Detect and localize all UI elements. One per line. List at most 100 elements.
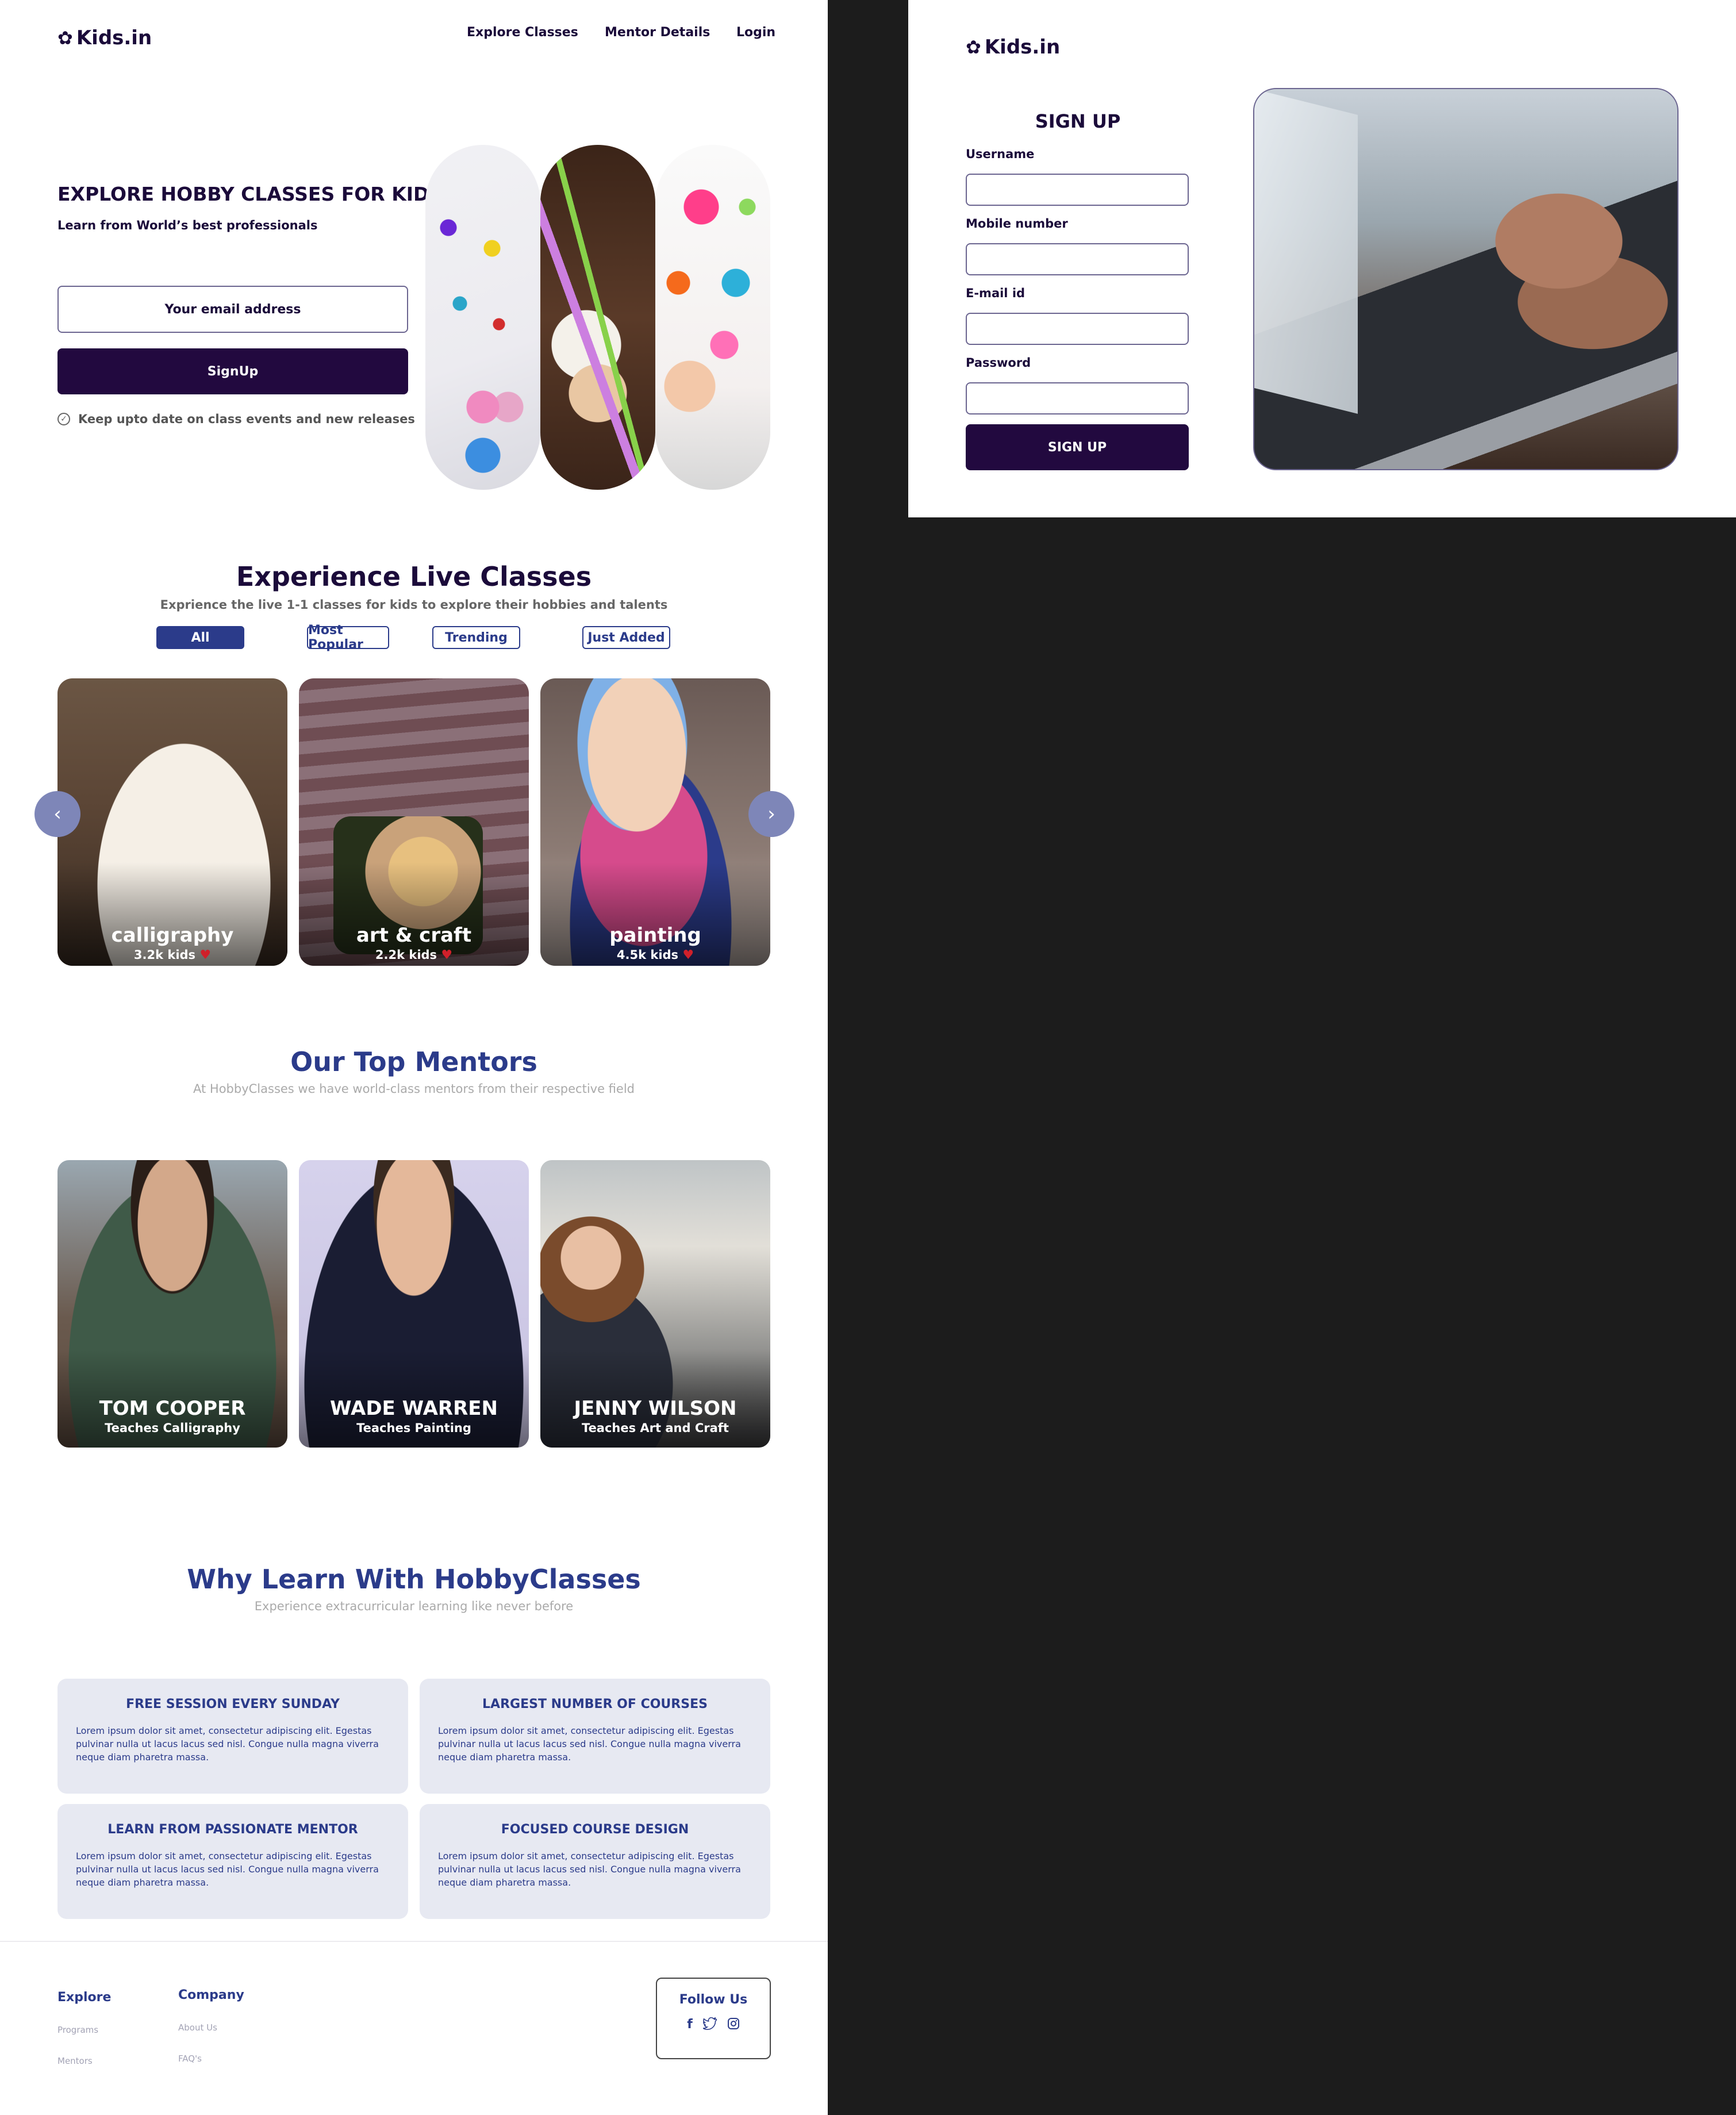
twitter-icon[interactable] xyxy=(702,2017,717,2032)
mentor-card-tom-cooper[interactable]: TOM COOPER Teaches Calligraphy xyxy=(57,1160,287,1448)
footer-company-title: Company xyxy=(178,1988,244,2002)
password-label: Password xyxy=(966,356,1031,370)
card-caption: painting 4.5k kids ♥ xyxy=(540,924,770,962)
nav-login[interactable]: Login xyxy=(736,25,775,40)
heart-icon: ♥ xyxy=(441,948,453,962)
why-subtitle: Experience extracurricular learning like… xyxy=(254,1599,574,1613)
follow-us-title: Follow Us xyxy=(679,1993,748,2007)
card-kids: 2.2k kids ♥ xyxy=(299,948,529,962)
why-card-free-session: FREE SESSION EVERY SUNDAY Lorem ipsum do… xyxy=(57,1679,408,1794)
filter-most-popular[interactable]: Most Popular xyxy=(307,623,389,652)
hero-signup-button[interactable]: SignUp xyxy=(57,348,408,394)
check-circle-icon: ✓ xyxy=(57,413,70,425)
why-card-title: LARGEST NUMBER OF COURSES xyxy=(482,1697,708,1711)
card-title: calligraphy xyxy=(111,924,234,947)
card-kids: 4.5k kids ♥ xyxy=(540,948,770,962)
why-card-title: FOCUSED COURSE DESIGN xyxy=(501,1822,689,1837)
why-card-title: LEARN FROM PASSIONATE MENTOR xyxy=(107,1822,358,1837)
mobile-label: Mobile number xyxy=(966,217,1068,231)
footer-divider xyxy=(0,1941,828,1942)
mentor-caption: JENNY WILSON Teaches Art and Craft xyxy=(540,1397,770,1435)
card-kids-count: 2.2k kids xyxy=(375,948,437,962)
email-label: E-mail id xyxy=(966,286,1026,300)
hero-image-paints xyxy=(425,145,540,490)
why-title: Why Learn With HobbyClasses xyxy=(187,1564,641,1595)
mentor-subject: Teaches Painting xyxy=(356,1421,471,1435)
class-card-calligraphy[interactable]: calligraphy 3.2k kids ♥ xyxy=(57,678,287,966)
card-caption: calligraphy 3.2k kids ♥ xyxy=(57,924,287,962)
instagram-icon[interactable] xyxy=(727,2017,740,2032)
flower-logo-icon: ✿ xyxy=(57,27,73,49)
heart-icon: ♥ xyxy=(199,948,212,962)
email-input[interactable]: Your email address xyxy=(57,286,408,333)
facebook-icon[interactable]: f xyxy=(687,2017,693,2032)
mentor-caption: WADE WARREN Teaches Painting xyxy=(299,1397,529,1435)
mentor-card-jenny-wilson[interactable]: JENNY WILSON Teaches Art and Craft xyxy=(540,1160,770,1448)
footer-explore-title: Explore xyxy=(57,1990,112,2005)
filter-all[interactable]: All xyxy=(156,626,244,649)
why-card-title: FREE SESSION EVERY SUNDAY xyxy=(126,1697,340,1711)
footer-link-faqs[interactable]: FAQ's xyxy=(178,2053,202,2064)
mentors-title: Our Top Mentors xyxy=(290,1046,537,1077)
footer-link-mentors[interactable]: Mentors xyxy=(57,2056,93,2066)
carousel-next-button[interactable]: › xyxy=(748,791,794,837)
class-card-painting[interactable]: painting 4.5k kids ♥ xyxy=(540,678,770,966)
mentor-subject: Teaches Calligraphy xyxy=(105,1421,240,1435)
nav-link-explore-classes[interactable]: Explore Classes xyxy=(467,25,578,40)
why-card-body: Lorem ipsum dolor sit amet, consectetur … xyxy=(76,1725,379,1763)
mentor-card-wade-warren[interactable]: WADE WARREN Teaches Painting xyxy=(299,1160,529,1448)
heart-icon: ♥ xyxy=(682,948,694,962)
signup-logo[interactable]: ✿ Kids.in xyxy=(966,36,1060,59)
laptop-screen xyxy=(1254,89,1358,414)
live-classes-title: Experience Live Classes xyxy=(236,561,592,592)
nav-explore-classes[interactable]: Explore Classes xyxy=(467,25,578,40)
email-id-input[interactable] xyxy=(966,313,1189,345)
live-classes-subtitle: Exprience the live 1-1 classes for kids … xyxy=(160,598,668,612)
hero-image-splash xyxy=(655,145,770,490)
card-kids: 3.2k kids ♥ xyxy=(57,948,287,962)
why-card-body: Lorem ipsum dolor sit amet, consectetur … xyxy=(76,1851,379,1888)
hero-title: EXPLORE HOBBY CLASSES FOR KIDS xyxy=(57,183,443,205)
why-card-body: Lorem ipsum dolor sit amet, consectetur … xyxy=(438,1725,741,1763)
nav-link-login[interactable]: Login xyxy=(736,25,775,40)
card-title: art & craft xyxy=(356,924,472,947)
footer-link-programs[interactable]: Programs xyxy=(57,2025,98,2035)
chevron-left-icon: ‹ xyxy=(53,803,62,826)
laptop-typing-image xyxy=(1253,88,1679,470)
carousel-prev-button[interactable]: ‹ xyxy=(34,791,80,837)
follow-us-box: Follow Us f xyxy=(656,1978,771,2059)
keep-updated-text: Keep upto date on class events and new r… xyxy=(78,412,415,426)
mentor-subject: Teaches Art and Craft xyxy=(582,1421,729,1435)
hero-subtitle: Learn from World’s best professionals xyxy=(57,218,318,232)
why-card-passionate-mentor: LEARN FROM PASSIONATE MENTOR Lorem ipsum… xyxy=(57,1804,408,1919)
social-icons: f xyxy=(657,2017,770,2032)
mobile-input[interactable] xyxy=(966,243,1189,275)
username-input[interactable] xyxy=(966,174,1189,206)
footer-link-about[interactable]: About Us xyxy=(178,2022,217,2033)
hero-image-markers xyxy=(540,145,655,490)
filter-trending[interactable]: Trending xyxy=(432,626,520,649)
card-caption: art & craft 2.2k kids ♥ xyxy=(299,924,529,962)
filter-just-added[interactable]: Just Added xyxy=(582,626,670,649)
mentor-name: JENNY WILSON xyxy=(574,1397,737,1420)
card-title: painting xyxy=(609,924,701,947)
landing-page: ✿ Kids.in Explore Classes Mentor Details… xyxy=(0,0,828,2115)
mentor-caption: TOM COOPER Teaches Calligraphy xyxy=(57,1397,287,1435)
mentor-name: WADE WARREN xyxy=(330,1397,498,1420)
class-card-art-craft[interactable]: art & craft 2.2k kids ♥ xyxy=(299,678,529,966)
username-label: Username xyxy=(966,147,1035,161)
nav-mentor-details[interactable]: Mentor Details xyxy=(605,25,710,40)
signup-submit-button[interactable]: SIGN UP xyxy=(966,424,1189,470)
mentors-subtitle: At HobbyClasses we have world-class ment… xyxy=(193,1082,635,1096)
card-kids-count: 3.2k kids xyxy=(133,948,196,962)
why-card-largest-courses: LARGEST NUMBER OF COURSES Lorem ipsum do… xyxy=(420,1679,770,1794)
keep-updated-row[interactable]: ✓ Keep upto date on class events and new… xyxy=(57,412,415,426)
logo[interactable]: ✿ Kids.in xyxy=(57,26,152,49)
nav-link-mentor-details[interactable]: Mentor Details xyxy=(605,25,710,40)
card-kids-count: 4.5k kids xyxy=(616,948,679,962)
signup-page: ✿ Kids.in SIGN UP Username Mobile number… xyxy=(908,0,1736,517)
flower-logo-icon: ✿ xyxy=(966,36,981,58)
why-card-body: Lorem ipsum dolor sit amet, consectetur … xyxy=(438,1851,741,1888)
password-input[interactable] xyxy=(966,382,1189,414)
logo-text: Kids.in xyxy=(76,26,152,49)
